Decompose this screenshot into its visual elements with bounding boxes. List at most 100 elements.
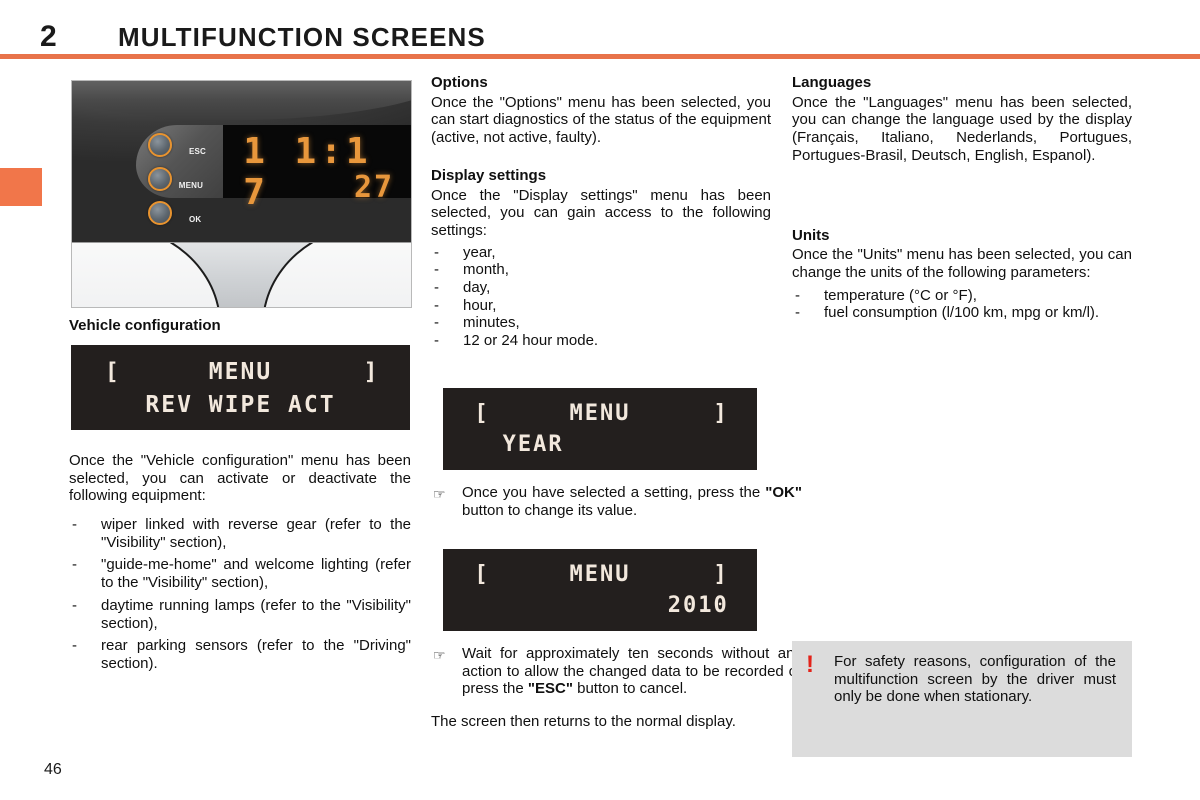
- header-divider: [0, 54, 1200, 59]
- cluster-dial-area: [72, 241, 411, 307]
- esc-keyword: "ESC": [527, 680, 573, 698]
- options-heading: Options: [431, 74, 488, 91]
- lcd-display-settings-value: [ MENU ] 2010: [443, 549, 757, 631]
- dash-marker: -: [434, 243, 439, 261]
- lcd-menu-label: MENU: [569, 562, 631, 587]
- lcd-value-line: REV WIPE ACT: [145, 392, 336, 418]
- languages-text: Once the "Languages" menu has been selec…: [792, 93, 1132, 164]
- pointing-hand-icon: ☞: [433, 647, 446, 663]
- list-item: - wiper linked with reverse gear (refer …: [69, 516, 411, 551]
- list-item: - daytime running lamps (refer to the "V…: [69, 597, 411, 632]
- units-text: Once the "Units" menu has been selected,…: [792, 246, 1132, 281]
- cluster-housing: ESC MENU OK 1 1:1 7 27: [72, 81, 411, 244]
- cluster-temperature-readout: 27: [353, 170, 395, 206]
- safety-warning-text: For safety reasons, configuration of the…: [834, 653, 1116, 706]
- lcd-menu-row: [ MENU ]: [443, 562, 757, 587]
- page-number: 46: [44, 761, 62, 778]
- vehicle-config-list: - wiper linked with reverse gear (refer …: [69, 516, 411, 673]
- chapter-number: 2: [40, 20, 57, 53]
- ok-button-label: OK: [188, 215, 202, 225]
- dash-marker: -: [795, 286, 800, 304]
- dash-marker: -: [434, 332, 439, 350]
- vehicle-config-intro: Once the "Vehicle configuration" menu ha…: [69, 452, 411, 505]
- tip-press-ok: ☞ Once you have selected a setting, pres…: [431, 484, 802, 519]
- instrument-cluster-photo: ESC MENU OK 1 1:1 7 27: [71, 80, 412, 308]
- list-item-label: 12 or 24 hour mode.: [463, 332, 599, 350]
- lcd-bracket-left: [: [474, 401, 490, 426]
- closing-text: The screen then returns to the normal di…: [431, 713, 736, 730]
- chapter-edge-tab: [0, 168, 42, 206]
- display-settings-heading: Display settings: [431, 166, 547, 184]
- esc-button-label: ESC: [188, 146, 207, 156]
- pointing-hand-icon: ☞: [433, 486, 446, 502]
- list-item: - year,: [431, 244, 771, 262]
- ok-button[interactable]: [148, 201, 173, 226]
- menu-button-label: MENU: [178, 181, 204, 191]
- lcd-menu-row: [ MENU ]: [71, 359, 410, 385]
- list-item-label: day,: [463, 279, 491, 296]
- lcd-vehicle-configuration: [ MENU ] REV WIPE ACT: [71, 345, 410, 430]
- lcd-menu-label: MENU: [569, 401, 631, 426]
- dash-marker: -: [72, 516, 77, 534]
- left-dial-arc: [72, 242, 221, 307]
- lcd-menu-label: MENU: [208, 359, 273, 385]
- lcd-value-line: 2010: [667, 593, 729, 618]
- list-item-label: minutes,: [463, 314, 520, 332]
- lcd-menu-row: [ MENU ]: [443, 401, 757, 426]
- cluster-hood: [72, 81, 411, 121]
- tip-press-esc-text: Wait for approximately ten seconds witho…: [462, 645, 802, 698]
- warning-exclamation-icon: !: [806, 651, 814, 678]
- lcd-bracket-left: [: [104, 359, 121, 385]
- ok-keyword: "OK": [765, 484, 802, 501]
- right-dial-arc: [262, 242, 411, 307]
- dash-marker: -: [434, 261, 439, 279]
- list-item: - "guide-me-home" and welcome lighting (…: [69, 556, 411, 591]
- dash-marker: -: [72, 596, 77, 614]
- lcd-bracket-left: [: [474, 562, 490, 587]
- list-item-label: wiper linked with reverse gear (refer to…: [101, 516, 411, 551]
- page-title: MULTIFUNCTION SCREENS: [118, 22, 486, 52]
- list-item-label: daytime running lamps (refer to the "Vis…: [101, 596, 411, 632]
- safety-warning-box: ! For safety reasons, configuration of t…: [792, 641, 1132, 757]
- tip-esc-part2: button to cancel.: [572, 680, 688, 698]
- tip-ok-part2: button to change its value.: [462, 501, 638, 519]
- list-item-label: fuel consumption (l/100 km, mpg or km/l)…: [824, 304, 1100, 322]
- list-item-label: rear parking sensors (refer to the "Driv…: [101, 637, 411, 672]
- list-item: - day,: [431, 279, 771, 297]
- dash-marker: -: [434, 296, 439, 314]
- units-heading: Units: [792, 226, 830, 244]
- options-text: Once the "Options" menu has been selecte…: [431, 93, 771, 147]
- tip-ok-part1: Once you have selected a setting, press …: [462, 484, 766, 501]
- list-item-label: "guide-me-home" and welcome lighting (re…: [101, 556, 411, 592]
- left-column: Once the "Vehicle configuration" menu ha…: [69, 452, 411, 678]
- dash-marker: -: [795, 304, 800, 322]
- list-item: - minutes,: [431, 314, 771, 332]
- middle-column: Options Once the "Options" menu has been…: [431, 74, 771, 350]
- dash-marker: -: [72, 556, 77, 574]
- list-item-label: year,: [463, 243, 496, 261]
- dash-marker: -: [434, 314, 439, 332]
- tip-press-ok-text: Once you have selected a setting, press …: [462, 484, 802, 519]
- dash-marker: -: [72, 637, 77, 655]
- list-item-label: temperature (°C or °F),: [824, 286, 977, 304]
- lcd-bracket-right: ]: [363, 359, 380, 385]
- list-item: - 12 or 24 hour mode.: [431, 332, 771, 350]
- lcd-value-line: YEAR: [502, 432, 564, 457]
- vehicle-configuration-caption: Vehicle configuration: [69, 317, 221, 334]
- list-item: - rear parking sensors (refer to the "Dr…: [69, 637, 411, 672]
- lcd-bracket-right: ]: [713, 401, 729, 426]
- tip-press-esc: ☞ Wait for approximately ten seconds wit…: [431, 645, 802, 698]
- list-item: - temperature (°C or °F),: [792, 287, 1132, 305]
- languages-heading: Languages: [792, 74, 872, 91]
- manual-page: 2 MULTIFUNCTION SCREENS ESC MENU OK 1 1:…: [0, 0, 1200, 800]
- lcd-display-settings-year: [ MENU ] YEAR: [443, 388, 757, 470]
- list-item-label: hour,: [463, 296, 497, 314]
- list-item: - hour,: [431, 297, 771, 315]
- right-column: Languages Once the "Languages" menu has …: [792, 74, 1132, 322]
- list-item: - month,: [431, 261, 771, 279]
- units-list: - temperature (°C or °F), - fuel consump…: [792, 287, 1132, 322]
- list-item: - fuel consumption (l/100 km, mpg or km/…: [792, 304, 1132, 322]
- display-settings-text: Once the "Display settings" menu has bee…: [431, 186, 771, 239]
- dash-marker: -: [434, 279, 439, 296]
- lcd-bracket-right: ]: [713, 562, 729, 587]
